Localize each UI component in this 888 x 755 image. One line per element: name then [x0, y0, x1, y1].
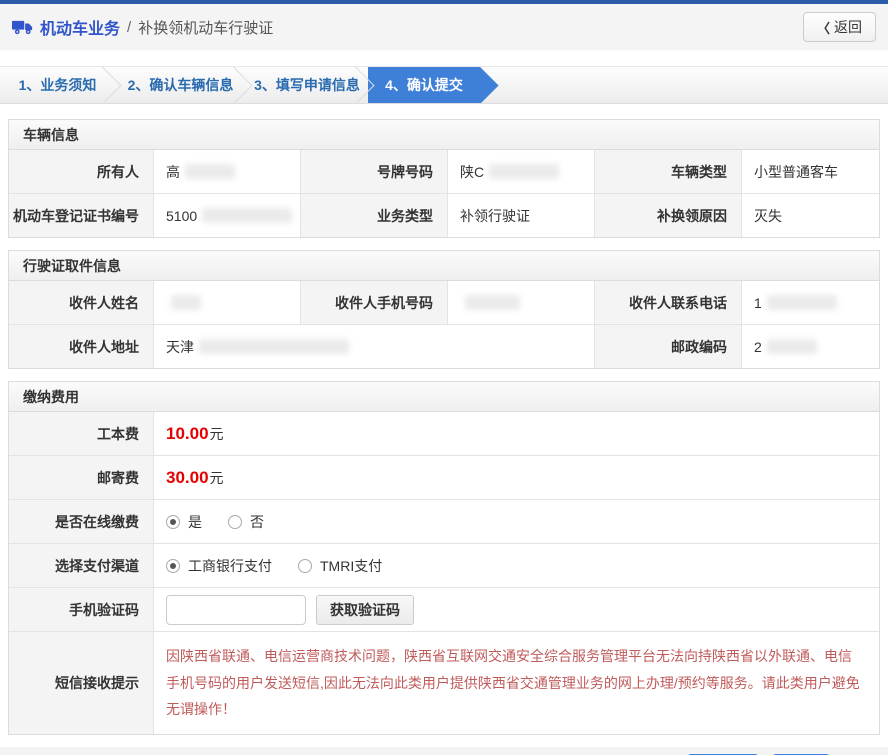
- page-title: 机动车业务: [40, 15, 120, 39]
- back-button-label: 返回: [834, 17, 862, 37]
- redacted-value: [767, 339, 817, 354]
- reason-label: 补换领原因: [594, 194, 741, 237]
- redacted-value: [767, 295, 837, 310]
- page-header: 机动车业务 / 补换领机动车行驶证 〈 返回: [0, 4, 888, 50]
- sms-notice-row: 短信接收提示 因陕西省联通、电信运营商技术问题，陕西省互联网交通安全综合服务管理…: [9, 631, 879, 734]
- recipient-phone-label: 收件人联系电话: [594, 281, 741, 324]
- step-1-business-notes[interactable]: 1、业务须知: [0, 67, 115, 103]
- vehicle-type-label: 车辆类型: [594, 150, 741, 193]
- vehicle-info-panel: 车辆信息 所有人 高 号牌号码 陕C 车辆类型 小型普通客车 机动车登记证书编号…: [8, 119, 880, 238]
- radio-option-icbc[interactable]: 工商银行支付: [166, 556, 272, 576]
- recipient-name-value: [153, 281, 300, 324]
- step-progress-bar: 1、业务须知 2、确认车辆信息 3、填写申请信息 4、确认提交: [0, 66, 888, 104]
- table-row: 收件人地址 天津 邮政编码 2: [9, 324, 879, 368]
- redacted-value: [185, 164, 235, 179]
- recipient-phone-value: 1: [741, 281, 879, 324]
- pay-channel-label: 选择支付渠道: [9, 544, 153, 587]
- postcode-value: 2: [741, 325, 879, 368]
- radio-option-no[interactable]: 否: [228, 512, 264, 532]
- step-3-fill-application[interactable]: 3、填写申请信息: [246, 67, 368, 103]
- production-fee-value: 10.00 元: [153, 412, 879, 455]
- postage-fee-label: 邮寄费: [9, 456, 153, 499]
- recipient-name-label: 收件人姓名: [9, 281, 153, 324]
- postage-fee-value: 30.00 元: [153, 456, 879, 499]
- radio-selected-icon[interactable]: [166, 515, 180, 529]
- get-code-button[interactable]: 获取验证码: [316, 595, 414, 625]
- radio-unselected-icon[interactable]: [228, 515, 242, 529]
- radio-option-tmri[interactable]: TMRI支付: [298, 556, 382, 576]
- recipient-mobile-label: 收件人手机号码: [300, 281, 447, 324]
- breadcrumb-current: 补换领机动车行驶证: [138, 17, 273, 38]
- table-row: 机动车登记证书编号 5100 业务类型 补领行驶证 补换领原因 灭失: [9, 193, 879, 237]
- table-row: 所有人 高 号牌号码 陕C 车辆类型 小型普通客车: [9, 150, 879, 193]
- online-pay-radio-group: 是 否: [166, 512, 264, 532]
- reg-cert-label: 机动车登记证书编号: [9, 194, 153, 237]
- online-pay-label: 是否在线缴费: [9, 500, 153, 543]
- radio-option-yes[interactable]: 是: [166, 512, 202, 532]
- pay-channel-radio-group: 工商银行支付 TMRI支付: [166, 556, 382, 576]
- sms-code-label: 手机验证码: [9, 588, 153, 631]
- recipient-mobile-value: [447, 281, 594, 324]
- plate-value: 陕C: [447, 150, 594, 193]
- fee-row-production: 工本费 10.00 元: [9, 412, 879, 455]
- reg-cert-value: 5100: [153, 194, 300, 237]
- table-row: 收件人姓名 收件人手机号码 收件人联系电话 1: [9, 281, 879, 324]
- sms-notice-label: 短信接收提示: [9, 632, 153, 734]
- recipient-address-label: 收件人地址: [9, 325, 153, 368]
- fee-amount: 30.00: [166, 468, 209, 488]
- fee-amount: 10.00: [166, 424, 209, 444]
- footer-action-bar: 上一步 完成: [0, 747, 888, 755]
- chevron-left-icon: 〈: [817, 18, 830, 37]
- pickup-info-title: 行驶证取件信息: [9, 251, 879, 281]
- redacted-value: [171, 295, 201, 310]
- redacted-value: [465, 295, 520, 310]
- online-pay-row: 是否在线缴费 是 否: [9, 499, 879, 543]
- recipient-address-value: 天津: [153, 325, 594, 368]
- pay-channel-row: 选择支付渠道 工商银行支付 TMRI支付: [9, 543, 879, 587]
- reason-value: 灭失: [741, 194, 879, 237]
- pickup-info-panel: 行驶证取件信息 收件人姓名 收件人手机号码 收件人联系电话 1 收件人地址 天津…: [8, 250, 880, 369]
- owner-value: 高: [153, 150, 300, 193]
- redacted-value: [202, 208, 292, 223]
- breadcrumb: 机动车业务 / 补换领机动车行驶证: [12, 15, 273, 39]
- biz-type-value: 补领行驶证: [447, 194, 594, 237]
- postcode-label: 邮政编码: [594, 325, 741, 368]
- fee-unit: 元: [210, 424, 224, 444]
- step-4-confirm-submit[interactable]: 4、确认提交: [368, 67, 480, 103]
- sms-notice-text: 因陕西省联通、电信运营商技术问题，陕西省互联网交通安全综合服务管理平台无法向持陕…: [153, 632, 879, 734]
- owner-label: 所有人: [9, 150, 153, 193]
- payment-panel: 缴纳费用 工本费 10.00 元 邮寄费 30.00 元 是否在线缴费 是 否: [8, 381, 880, 735]
- step-2-confirm-vehicle[interactable]: 2、确认车辆信息: [115, 67, 246, 103]
- biz-type-label: 业务类型: [300, 194, 447, 237]
- breadcrumb-separator: /: [127, 19, 131, 36]
- sms-code-input[interactable]: [166, 595, 306, 625]
- radio-selected-icon[interactable]: [166, 559, 180, 573]
- back-button[interactable]: 〈 返回: [803, 12, 876, 42]
- vehicle-type-value: 小型普通客车: [741, 150, 879, 193]
- production-fee-label: 工本费: [9, 412, 153, 455]
- fee-row-postage: 邮寄费 30.00 元: [9, 455, 879, 499]
- vehicle-info-title: 车辆信息: [9, 120, 879, 150]
- sms-code-row: 手机验证码 获取验证码: [9, 587, 879, 631]
- truck-icon: [12, 19, 33, 35]
- radio-unselected-icon[interactable]: [298, 559, 312, 573]
- redacted-value: [489, 164, 559, 179]
- payment-title: 缴纳费用: [9, 382, 879, 412]
- fee-unit: 元: [210, 468, 224, 488]
- redacted-value: [199, 339, 349, 354]
- plate-label: 号牌号码: [300, 150, 447, 193]
